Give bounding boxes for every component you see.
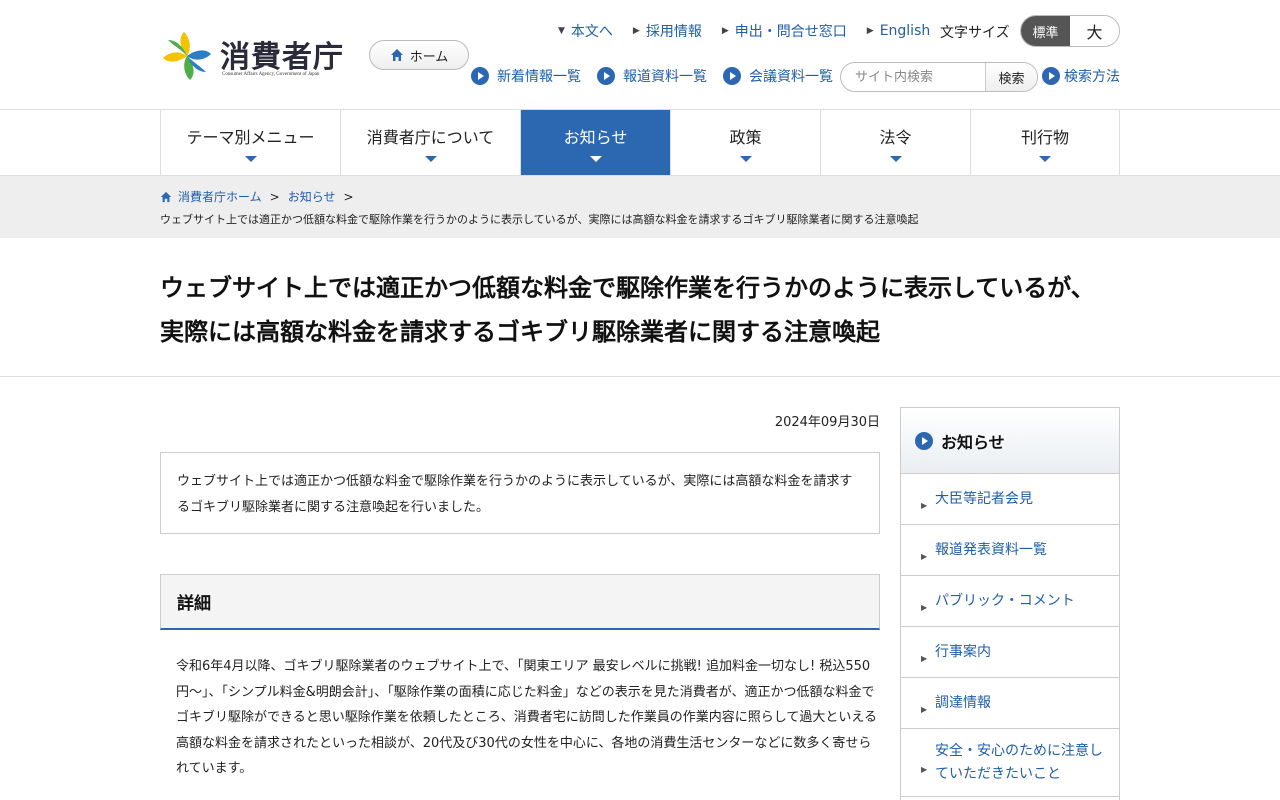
triangle-right-icon: ▶ [921,764,928,774]
sidebar-item-label: 報道発表資料一覧 [935,541,1047,558]
header-sub-links: 新着情報一覧 報道資料一覧 会議資料一覧 [471,66,849,86]
nav-law[interactable]: 法令 [821,110,971,175]
meeting-docs-link[interactable]: 会議資料一覧 [723,66,833,86]
recruit-label: 採用情報 [645,24,702,40]
search-button[interactable]: 検索 [985,63,1037,91]
search-help-link[interactable]: 検索方法 [1042,66,1120,86]
site-search: 検索 [840,62,1038,92]
triangle-right-icon: ▶ [921,552,928,561]
page-title-line1: ウェブサイト上では適正かつ低額な料金で駆除作業を行うかのように表示しているが、 [160,274,1095,302]
site-logo[interactable]: 消費者庁 Consumer Affairs Agency, Government… [160,30,360,84]
search-input[interactable] [841,63,985,91]
nav-about-label: 消費者庁について [366,127,495,147]
home-button-label: ホーム [409,49,449,65]
new-info-link[interactable]: 新着情報一覧 [471,66,581,86]
utility-links: ▼ 本文へ ▶ 採用情報 ▶ 申出・問合せ窓口 ▶ English [558,20,950,42]
triangle-right-icon: ▶ [632,26,640,36]
circle-arrow-icon [723,67,741,85]
title-section: ウェブサイト上では適正かつ低額な料金で駆除作業を行うかのように表示しているが、 … [0,238,1280,377]
caret-down-icon [589,155,602,162]
detail-body: 令和6年4月以降、ゴキブリ駆除業者のウェブサイト上で、「関東エリア 最安レベルに… [176,659,877,776]
page-title-line2: 実際には高額な料金を請求するゴキブリ駆除業者に関する注意喚起 [160,318,880,346]
triangle-right-icon: ▶ [921,501,928,510]
sidebar-item-press-releases[interactable]: ▶ 報道発表資料一覧 [901,525,1119,576]
page-title: ウェブサイト上では適正かつ低額な料金で駆除作業を行うかのように表示しているが、 … [160,266,1120,354]
triangle-right-icon: ▶ [921,603,928,612]
nav-law-label: 法令 [879,127,912,147]
recruit-link[interactable]: ▶ 採用情報 [633,21,702,41]
nav-about[interactable]: 消費者庁について [341,110,521,175]
caret-down-icon [244,155,257,162]
triangle-right-icon: ▶ [921,654,928,663]
breadcrumb-separator: > [343,189,354,204]
home-icon [390,49,403,61]
sidebar-item-public-comment[interactable]: ▶ パブリック・コメント [901,576,1119,627]
global-nav: テーマ別メニュー 消費者庁について お知らせ 政策 法令 刊行物 [160,110,1120,175]
breadcrumb-home-link[interactable]: 消費者庁ホーム [178,188,262,205]
logo-subtitle: Consumer Affairs Agency, Government of J… [222,72,320,77]
breadcrumb-separator: > [269,189,280,204]
english-link[interactable]: ▶ English [867,23,930,39]
sidebar-item-press-conference[interactable]: ▶ 大臣等記者会見 [901,474,1119,525]
sidebar: お知らせ ▶ 大臣等記者会見 ▶ 報道発表資料一覧 ▶ パブリック・コメント ▶ 行事案… [900,407,1120,800]
sidebar-item-label: 行事案内 [935,643,991,660]
breadcrumb: 消費者庁ホーム > お知らせ > ウェブサイト上では適正かつ低額な料金で駆除作業… [0,175,1280,238]
sidebar-item-label: 大臣等記者会見 [935,490,1033,507]
circle-arrow-icon [597,67,615,85]
meeting-docs-label: 会議資料一覧 [749,69,833,85]
logo-name: 消費者庁 [220,40,344,75]
font-size-toggle: 標準 大 [1020,15,1120,47]
sidebar-heading: お知らせ [901,408,1119,474]
home-button[interactable]: ホーム [369,40,469,70]
font-size-standard-button[interactable]: 標準 [1021,16,1070,46]
site-header: 消費者庁 Consumer Affairs Agency, Government… [0,0,1280,110]
circle-arrow-icon [1042,67,1060,85]
font-size-large-button[interactable]: 大 [1070,16,1119,46]
triangle-right-icon: ▶ [921,705,928,714]
nav-news-label: お知らせ [563,127,628,147]
breadcrumb-current: ウェブサイト上では適正かつ低額な料金で駆除作業を行うかのように表示しているが、実… [160,213,919,226]
sidebar-item-procurement[interactable]: ▶ 調達情報 [901,678,1119,729]
press-release-link[interactable]: 報道資料一覧 [597,66,707,86]
english-label: English [879,23,931,39]
circle-arrow-icon [915,431,933,450]
publish-date: 2024年09月30日 [774,415,880,430]
skip-to-content-label: 本文へ [570,24,613,40]
nav-publications-label: 刊行物 [1020,127,1069,147]
sidebar-heading-label: お知らせ [941,432,1005,452]
new-info-label: 新着情報一覧 [497,69,581,85]
logo-pinwheel-icon [163,32,211,80]
sidebar-item-label: パブリック・コメント [935,592,1075,609]
caret-down-icon [739,155,752,162]
sidebar-item-safety[interactable]: ▶ 安全・安心のために注意していただきたいこと [901,729,1119,797]
nav-publications[interactable]: 刊行物 [971,110,1120,175]
sidebar-item-label: 安全・安心のために注意していただきたいこと [935,742,1103,782]
caret-down-icon [1039,155,1051,162]
triangle-down-icon: ▼ [558,26,565,36]
sidebar-item-events[interactable]: ▶ 行事案内 [901,627,1119,678]
font-size-label: 文字サイズ [940,25,1010,41]
nav-news[interactable]: お知らせ [521,110,671,175]
search-help-label: 検索方法 [1064,69,1120,85]
nav-theme-menu[interactable]: テーマ別メニュー [161,110,341,175]
triangle-right-icon: ▶ [866,26,874,36]
breadcrumb-trail: 消費者庁ホーム > お知らせ > [160,188,362,205]
nav-theme-menu-label: テーマ別メニュー [186,127,315,147]
circle-arrow-icon [471,67,489,85]
triangle-right-icon: ▶ [721,26,729,36]
contact-label: 申出・問合せ窓口 [734,24,847,40]
nav-policy[interactable]: 政策 [671,110,821,175]
sidebar-item-label: 調達情報 [935,694,991,711]
caret-down-icon [424,155,437,162]
press-release-label: 報道資料一覧 [623,69,707,85]
nav-policy-label: 政策 [729,127,762,147]
detail-heading: 詳細 [160,574,880,630]
summary-box: ウェブサイト上では適正かつ低額な料金で駆除作業を行うかのように表示しているが、実… [160,452,880,534]
breadcrumb-news-link[interactable]: お知らせ [288,188,336,205]
caret-down-icon [889,155,902,162]
contact-link[interactable]: ▶ 申出・問合せ窓口 [722,21,847,41]
skip-to-content-link[interactable]: ▼ 本文へ [558,21,613,41]
home-icon [160,191,172,202]
